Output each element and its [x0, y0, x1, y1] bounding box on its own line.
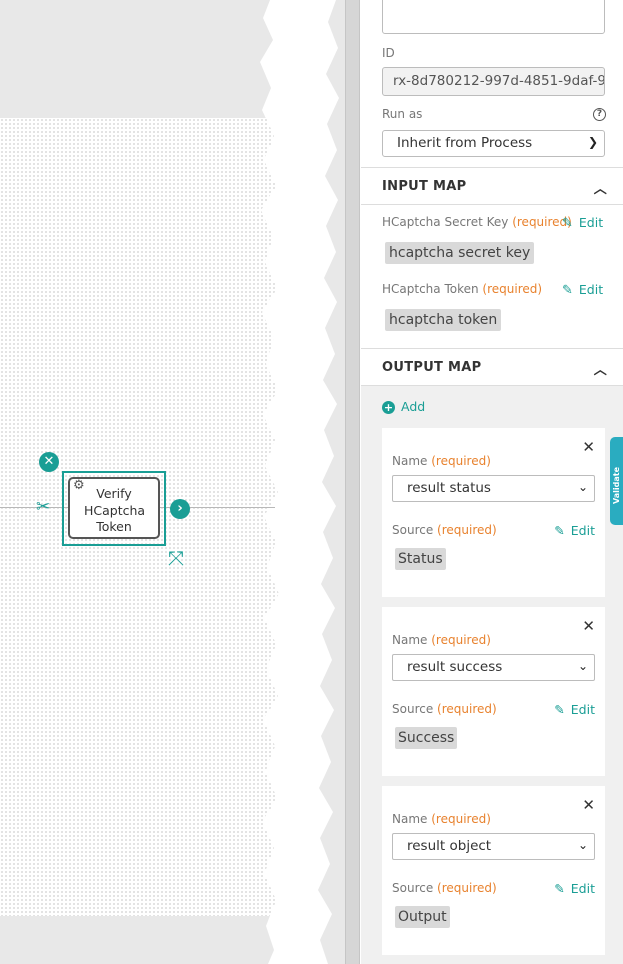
- plus-icon: +: [382, 401, 395, 414]
- close-icon[interactable]: ✕: [582, 796, 595, 814]
- name-label: Name (required): [392, 812, 491, 826]
- edit-source-link[interactable]: ✎ Edit: [554, 702, 595, 717]
- description-textarea[interactable]: [382, 0, 605, 34]
- output-card: ✕ Name (required) result success ⌄ Sourc…: [382, 607, 605, 776]
- gear-icon: ⚙: [73, 478, 85, 493]
- name-select[interactable]: result success ⌄: [392, 654, 595, 681]
- connect-flow-button[interactable]: ›: [170, 499, 190, 519]
- chevron-right-icon: ›: [177, 501, 183, 516]
- properties-panel: ID rx-8d780212-997d-4851-9daf-9 Run as ?…: [361, 0, 623, 964]
- input-item-label: HCaptcha Token (required): [382, 282, 543, 296]
- workflow-canvas[interactable]: ⚙ Verify HCaptcha Token ✕ › ✂ ⤧: [0, 0, 345, 964]
- source-value-chip: Status: [395, 548, 446, 570]
- secret-key-value-chip: hcaptcha secret key: [385, 242, 535, 264]
- output-card: ✕ Name (required) result status ⌄ Source…: [382, 428, 605, 597]
- output-map-body: + Add ✕ Name (required) result status ⌄ S…: [361, 386, 623, 964]
- id-label: ID: [382, 46, 395, 60]
- input-map-header[interactable]: INPUT MAP ︿: [361, 167, 623, 205]
- chevron-down-icon: ⌄: [577, 838, 588, 852]
- output-map-header[interactable]: OUTPUT MAP ︿: [361, 348, 623, 386]
- source-label: Source (required): [392, 881, 497, 895]
- help-icon[interactable]: ?: [593, 108, 606, 121]
- name-label: Name (required): [392, 633, 491, 647]
- chevron-up-icon: ︿: [593, 182, 607, 197]
- chevron-up-icon: ︿: [593, 363, 607, 378]
- id-field[interactable]: rx-8d780212-997d-4851-9daf-9: [382, 67, 605, 96]
- output-card: ✕ Name (required) result object ⌄ Source…: [382, 786, 605, 955]
- source-value-chip: Success: [395, 727, 458, 749]
- edit-source-link[interactable]: ✎ Edit: [554, 881, 595, 896]
- run-as-value: Inherit from Process: [397, 135, 533, 151]
- resize-icon[interactable]: ⤧: [168, 548, 184, 568]
- source-label: Source (required): [392, 523, 497, 537]
- chevron-down-icon: ❯: [587, 135, 598, 149]
- scissors-icon[interactable]: ✂: [36, 497, 50, 517]
- edit-secret-key-link[interactable]: ✎ Edit: [562, 215, 603, 231]
- output-map-title: OUTPUT MAP: [382, 360, 482, 375]
- pencil-icon: ✎: [562, 216, 573, 231]
- pencil-icon: ✎: [554, 702, 565, 717]
- close-icon[interactable]: ✕: [582, 438, 595, 456]
- side-tab-label: Validate: [612, 467, 621, 505]
- run-as-label: Run as: [382, 107, 423, 121]
- chevron-down-icon: ⌄: [577, 480, 588, 494]
- pencil-icon: ✎: [554, 881, 565, 896]
- pencil-icon: ✎: [554, 523, 565, 538]
- run-as-select[interactable]: Inherit from Process ❯: [382, 130, 605, 157]
- pencil-icon: ✎: [562, 283, 573, 298]
- name-label: Name (required): [392, 454, 491, 468]
- input-map-title: INPUT MAP: [382, 179, 467, 194]
- edit-token-link[interactable]: ✎ Edit: [562, 282, 603, 298]
- delete-node-button[interactable]: ✕: [39, 452, 59, 472]
- validation-side-tab[interactable]: Validate: [610, 437, 623, 525]
- add-output-button[interactable]: + Add: [382, 399, 425, 414]
- name-select[interactable]: result status ⌄: [392, 475, 595, 502]
- chevron-down-icon: ⌄: [577, 659, 588, 673]
- source-value-chip: Output: [395, 906, 450, 928]
- torn-edge-decoration: [260, 0, 339, 964]
- name-select[interactable]: result object ⌄: [392, 833, 595, 860]
- close-icon[interactable]: ✕: [582, 617, 595, 635]
- token-value-chip: hcaptcha token: [385, 309, 502, 331]
- panel-splitter[interactable]: [345, 0, 360, 964]
- source-label: Source (required): [392, 702, 497, 716]
- input-item-label: HCaptcha Secret Key (required): [382, 215, 572, 229]
- close-icon: ✕: [43, 454, 55, 469]
- script-task-node[interactable]: ⚙ Verify HCaptcha Token: [68, 477, 160, 539]
- edit-source-link[interactable]: ✎ Edit: [554, 523, 595, 538]
